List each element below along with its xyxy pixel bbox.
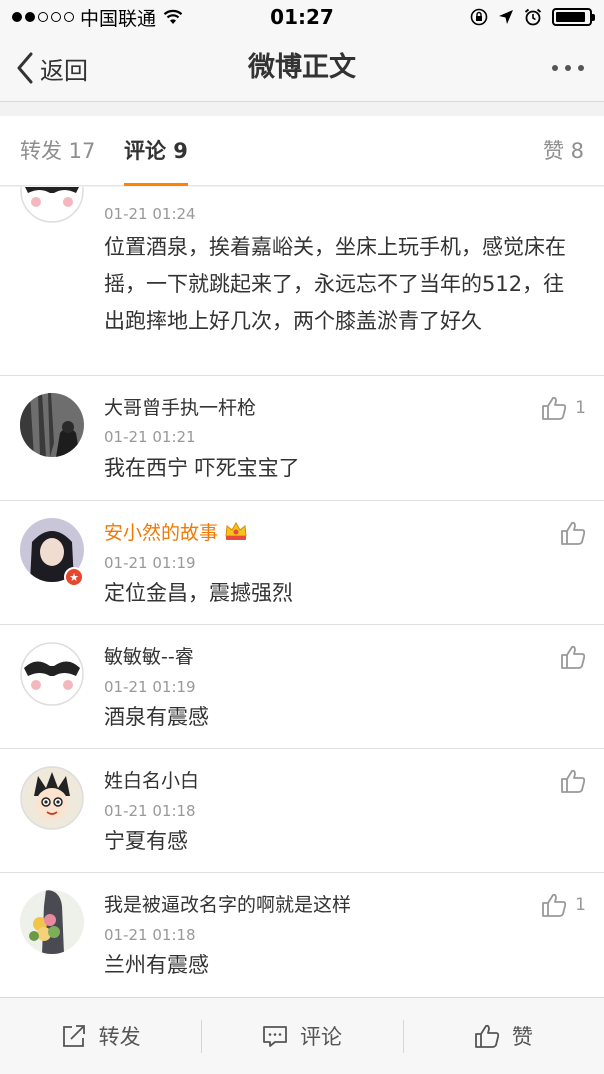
battery-icon	[552, 8, 595, 26]
comment-text: 位置酒泉，挨着嘉峪关，坐床上玩手机，感觉床在摇，一下就跳起来了，永远忘不了当年的…	[104, 235, 566, 333]
alarm-icon	[524, 8, 542, 26]
comment-item: ★ 安小然的故事 01-21 01:19 定位金昌，震撼强烈	[0, 501, 604, 625]
avatar[interactable]	[20, 766, 84, 830]
tab-like[interactable]: 赞 8	[543, 116, 584, 186]
thumbs-up-icon	[561, 645, 586, 669]
comment-text: 兰州有震感	[104, 953, 209, 977]
comment-label: 评论	[299, 1025, 342, 1049]
back-label: 返回	[40, 56, 88, 85]
active-tab-indicator	[124, 183, 188, 186]
orientation-lock-icon	[470, 8, 488, 26]
comment-button[interactable]: 评论	[201, 998, 402, 1074]
share-icon	[62, 1025, 85, 1047]
comment-time: 01-21 01:19	[104, 678, 196, 696]
comment-like-button[interactable]	[560, 644, 586, 670]
comment-item: 敏敏敏--睿 01-21 01:19 酒泉有震感	[0, 625, 604, 749]
comment-author[interactable]: 大哥曾手执一杆枪	[104, 393, 256, 420]
comment-item: 大哥曾手执一杆枪 01-21 01:21 我在西宁 吓死宝宝了 1	[0, 376, 604, 501]
comment-text: 酒泉有震感	[104, 705, 209, 729]
like-count: 1	[575, 398, 586, 418]
comment-time: 01-21 01:24	[104, 205, 196, 223]
cartoon-boy-avatar-icon	[20, 766, 84, 830]
comment-item: 01-21 01:24 位置酒泉，挨着嘉峪关，坐床上玩手机，感觉床在摇，一下就跳…	[0, 187, 604, 376]
comment-text: 宁夏有感	[104, 829, 188, 853]
tab-repost[interactable]: 转发 17	[20, 116, 95, 186]
more-dots-icon	[552, 65, 558, 71]
comment-like-button[interactable]	[560, 768, 586, 794]
comment-text: 我在西宁 吓死宝宝了	[104, 456, 300, 480]
comment-time: 01-21 01:19	[104, 554, 196, 572]
avatar[interactable]	[20, 187, 84, 223]
comment-item: 我是被逼改名字的啊就是这样 01-21 01:18 兰州有震感 1	[0, 873, 604, 997]
verified-badge-icon: ★	[64, 567, 84, 587]
signal-strength-icon	[12, 12, 74, 22]
wifi-icon	[163, 9, 183, 24]
flowers-photo-avatar-icon	[20, 890, 84, 954]
status-bar: 中国联通 01:27	[0, 0, 604, 34]
comment-time: 01-21 01:18	[104, 926, 196, 944]
vip-crown-icon	[225, 521, 247, 540]
page-title: 微博正文	[248, 52, 356, 83]
location-arrow-icon	[499, 10, 513, 24]
tab-comment[interactable]: 评论 9	[124, 116, 188, 186]
comment-like-button[interactable]: 1	[541, 395, 586, 421]
chevron-left-icon	[17, 52, 33, 84]
dark-photo-avatar-icon	[20, 393, 84, 457]
carrier-name: 中国联通	[80, 7, 157, 30]
thumbs-up-icon	[474, 1024, 499, 1048]
comment-author[interactable]: 敏敏敏--睿	[104, 642, 194, 669]
thumbs-up-icon	[542, 396, 567, 420]
avatar[interactable]	[20, 890, 84, 954]
masked-face-avatar-icon	[20, 642, 84, 706]
comment-author[interactable]: 我是被逼改名字的啊就是这样	[104, 890, 351, 917]
navigation-bar: 返回 微博正文	[0, 34, 604, 102]
thumbs-up-icon	[542, 893, 567, 917]
comment-like-button[interactable]: 1	[541, 892, 586, 918]
comment-item: 姓白名小白 01-21 01:18 宁夏有感	[0, 749, 604, 873]
back-button[interactable]: 返回	[16, 48, 88, 88]
like-label: 赞	[511, 1025, 533, 1049]
like-count: 1	[575, 895, 586, 915]
comment-time: 01-21 01:18	[104, 802, 196, 820]
comment-text: 定位金昌，震撼强烈	[104, 581, 293, 605]
bottom-toolbar: 转发 评论 赞	[0, 997, 604, 1074]
repost-label: 转发	[98, 1025, 141, 1049]
more-options-button[interactable]	[552, 56, 584, 80]
comment-author-label: 安小然的故事	[104, 522, 219, 544]
avatar[interactable]	[20, 642, 84, 706]
comment-author[interactable]: 安小然的故事	[104, 518, 248, 545]
masked-face-avatar-icon	[20, 187, 84, 223]
like-button[interactable]: 赞	[402, 998, 604, 1074]
comment-like-button[interactable]	[560, 520, 586, 546]
detail-tabs: 转发 17 评论 9 赞 8	[0, 116, 604, 186]
avatar[interactable]	[20, 393, 84, 457]
comment-time: 01-21 01:21	[104, 428, 196, 446]
comment-bubble-icon	[263, 1026, 287, 1047]
repost-button[interactable]: 转发	[0, 998, 201, 1074]
thumbs-up-icon	[561, 769, 586, 793]
thumbs-up-icon	[561, 521, 586, 545]
comment-author[interactable]: 姓白名小白	[104, 766, 199, 793]
comment-list[interactable]: 01-21 01:24 位置酒泉，挨着嘉峪关，坐床上玩手机，感觉床在摇，一下就跳…	[0, 187, 604, 997]
